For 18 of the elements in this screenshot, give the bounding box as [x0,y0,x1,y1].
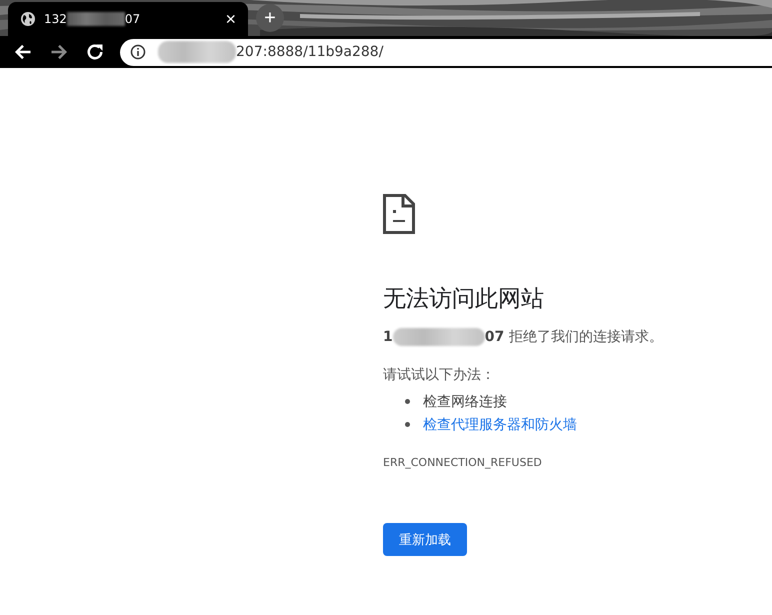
browser-tab[interactable]: 132 07 × [8,2,248,36]
globe-icon [20,11,36,27]
host-text: 07 [484,329,504,345]
error-title: 无法访问此网站 [383,285,544,314]
info-icon[interactable] [130,44,146,60]
host-text: 1 [383,329,393,345]
tab-title: 07 [124,12,140,26]
address-bar[interactable]: 207:8888/11b9a288/ [120,38,772,66]
reload-button[interactable]: 重新加载 [383,523,467,556]
error-code: ERR_CONNECTION_REFUSED [383,456,542,469]
suggestion-link[interactable]: 检查代理服务器和防火墙 [423,416,577,434]
url-text: 207:8888/11b9a288/ [236,44,384,60]
sad-page-icon [383,194,415,234]
suggestion-intro: 请试试以下办法： [383,366,495,384]
suggestion-text: 检查网络连接 [423,392,507,410]
error-message: 拒绝了我们的连接请求。 [509,328,664,346]
tab-title: 132 [44,12,67,26]
blur-mark [66,12,125,26]
